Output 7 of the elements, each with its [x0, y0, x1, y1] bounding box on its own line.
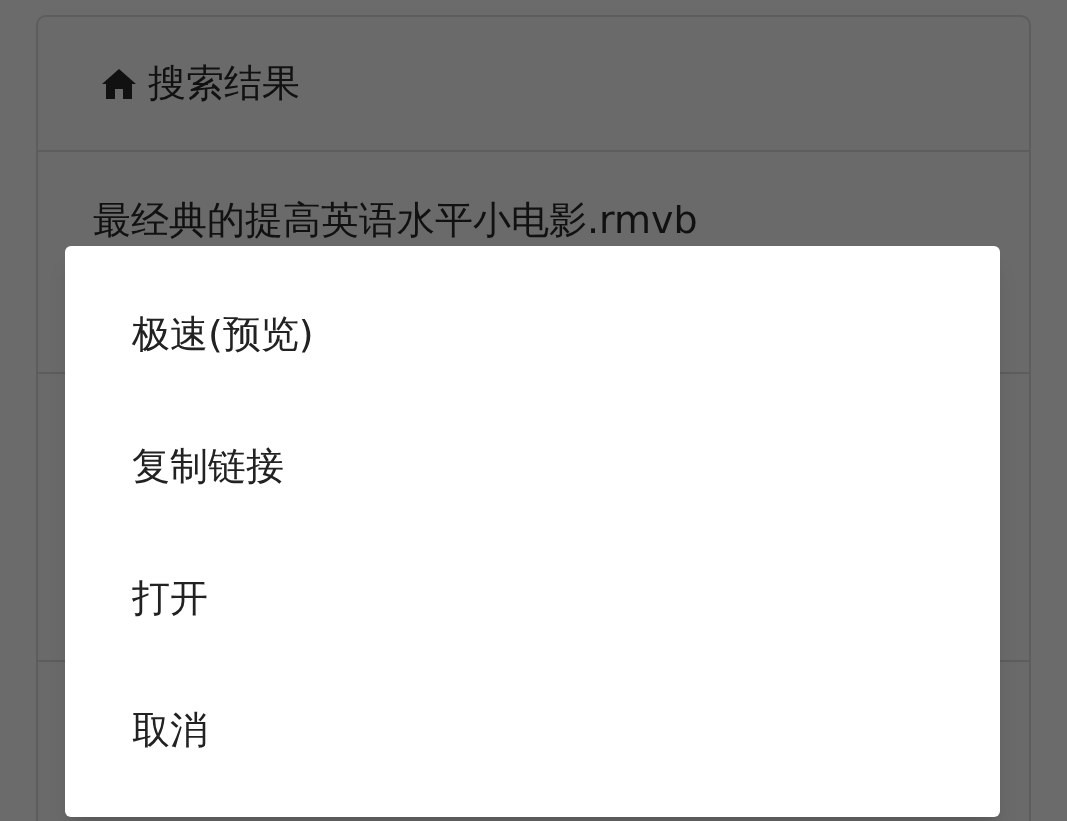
home-icon — [100, 66, 138, 101]
file-name: 最经典的提高英语水平小电影.rmvb — [93, 198, 698, 242]
menu-option[interactable]: 复制链接 — [65, 400, 1000, 532]
panel-title: 搜索结果 — [148, 60, 300, 107]
menu-option[interactable]: 取消 — [65, 664, 1000, 796]
menu-option[interactable]: 极速(预览) — [65, 268, 1000, 400]
menu-option[interactable]: 打开 — [65, 532, 1000, 664]
